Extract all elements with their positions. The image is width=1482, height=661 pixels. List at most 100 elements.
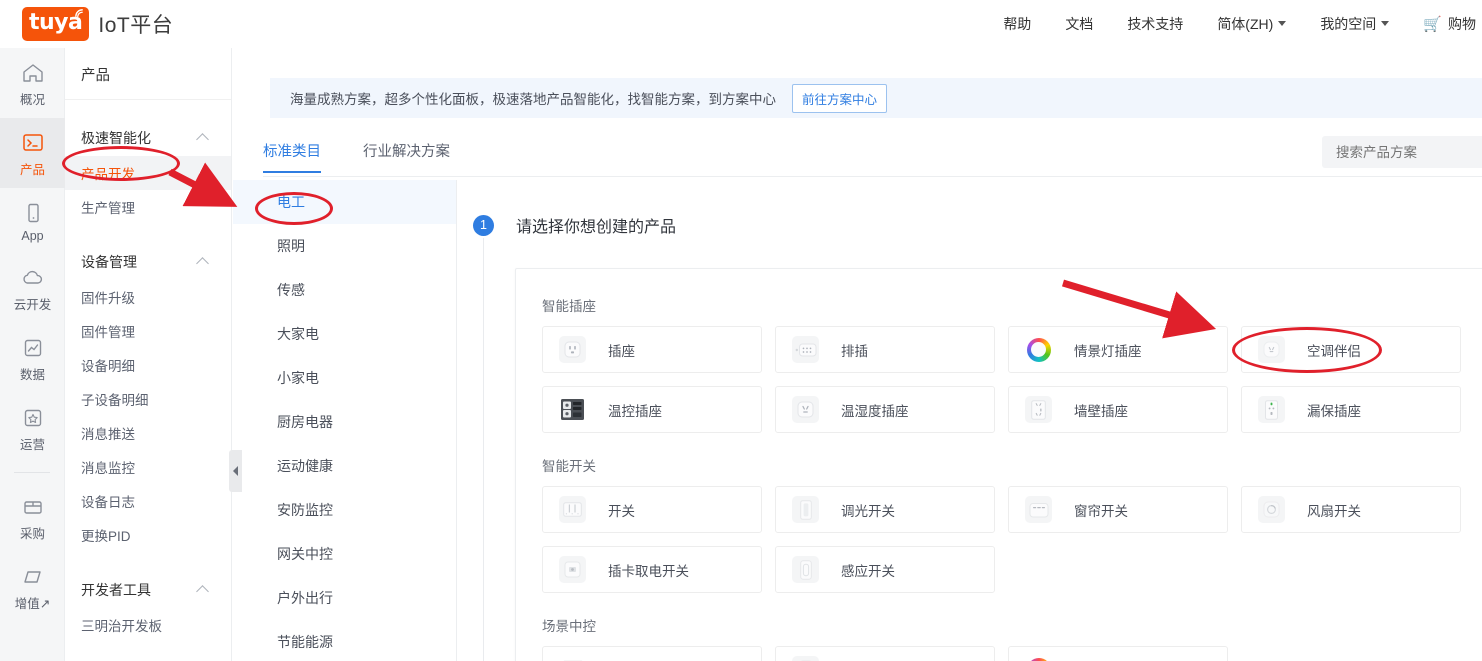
category-item-outdoor-travel[interactable]: 户外出行 <box>233 576 456 620</box>
category-item-small-appliance[interactable]: 小家电 <box>233 356 456 400</box>
step-title: 请选择你想创建的产品 <box>516 219 677 236</box>
menu-spacer <box>65 642 231 656</box>
cloud-icon <box>0 265 65 291</box>
fan-switch-icon <box>1258 496 1285 523</box>
rail-label-cloud: 云开发 <box>13 298 52 312</box>
topnav-shop[interactable]: 🛒 购物 <box>1423 14 1476 34</box>
terminal-icon <box>0 130 65 156</box>
step-connector-line <box>483 238 484 661</box>
rail-label-overview: 概况 <box>19 93 45 107</box>
tab-standard-category[interactable]: 标准类目 <box>263 140 321 173</box>
tab-industry-solution[interactable]: 行业解决方案 <box>363 140 450 172</box>
logo-badge-text: tuya <box>29 9 83 35</box>
rail-item-purchase[interactable]: 采购 <box>0 482 65 552</box>
tuya-logo-badge: tuya <box>22 6 90 41</box>
rail-item-operations[interactable]: 运营 <box>0 393 65 463</box>
scene-switch-icon <box>559 656 586 661</box>
box-icon <box>0 494 65 520</box>
category-item-kitchen-appliance[interactable]: 厨房电器 <box>233 400 456 444</box>
product-panel: 智能插座 插座 排插 情景灯插座 空调伴侣 温控插座 温湿度插座 墙壁插座 漏保… <box>515 268 1482 661</box>
category-item-large-appliance[interactable]: 大家电 <box>233 312 456 356</box>
rgb-ring-inner <box>1031 342 1046 357</box>
menu-item-firmware-management[interactable]: 固件管理 <box>65 314 231 348</box>
product-card-power-strip[interactable]: 排插 <box>775 326 995 373</box>
menu-item-sandwich-devboard[interactable]: 三明治开发板 <box>65 608 231 642</box>
product-card-scene-switch[interactable]: 场景开关 <box>542 646 762 661</box>
product-card-dimmer-switch[interactable]: 调光开关 <box>775 486 995 533</box>
tab-label: 行业解决方案 <box>363 144 450 160</box>
home-icon <box>0 60 65 86</box>
search-input[interactable] <box>1336 144 1482 160</box>
menu-item-message-push[interactable]: 消息推送 <box>65 416 231 450</box>
category-item-sensor[interactable]: 传感 <box>233 268 456 312</box>
menu-item-sub-device-details[interactable]: 子设备明细 <box>65 382 231 416</box>
menu-item-change-pid[interactable]: 更换PID <box>65 518 231 552</box>
category-item-security-monitoring[interactable]: 安防监控 <box>233 488 456 532</box>
category-label: 节能能源 <box>277 634 333 650</box>
menu-group-rapid-smart[interactable]: 极速智能化 <box>65 114 231 156</box>
search-box[interactable] <box>1322 136 1482 168</box>
menu-group-device-management[interactable]: 设备管理 <box>65 238 231 280</box>
sidebar-collapse-handle[interactable] <box>229 450 242 492</box>
product-grid-scene-control: 场景开关 无线开关 RGB面板 <box>542 646 1482 661</box>
product-card-curtain-switch[interactable]: 窗帘开关 <box>1008 486 1228 533</box>
category-item-gateway-control[interactable]: 网关中控 <box>233 532 456 576</box>
menu-item-label: 三明治开发板 <box>81 619 162 634</box>
menu-item-production-management[interactable]: 生产管理 <box>65 190 231 224</box>
switch-icon <box>559 496 586 523</box>
product-label: 风扇开关 <box>1307 503 1361 519</box>
ac-companion-icon <box>1258 336 1285 363</box>
card-switch-icon <box>559 556 586 583</box>
menu-item-label: 设备明细 <box>81 359 135 374</box>
diamond-icon <box>0 564 65 590</box>
rail-label-data: 数据 <box>19 368 45 382</box>
go-to-solution-center-button[interactable]: 前往方案中心 <box>792 83 888 113</box>
product-card-fan-switch[interactable]: 风扇开关 <box>1241 486 1461 533</box>
chevron-down-icon <box>1278 21 1287 26</box>
product-card-sensor-switch[interactable]: 感应开关 <box>775 546 995 593</box>
product-card-rgb-panel[interactable]: RGB面板 <box>1008 646 1228 661</box>
product-card-socket[interactable]: 插座 <box>542 326 762 373</box>
topnav-support[interactable]: 技术支持 <box>1127 14 1183 34</box>
product-card-ac-companion[interactable]: 空调伴侣 <box>1241 326 1461 373</box>
product-card-card-power-switch[interactable]: 插卡取电开关 <box>542 546 762 593</box>
topnav-docs[interactable]: 文档 <box>1065 14 1093 34</box>
product-card-thermostat-socket[interactable]: 温控插座 <box>542 386 762 433</box>
rail-item-overview[interactable]: 概况 <box>0 48 65 118</box>
brand-logo[interactable]: tuya IoT平台 <box>22 6 173 41</box>
category-item-lighting[interactable]: 照明 <box>233 224 456 268</box>
topnav-language[interactable]: 简体(ZH) <box>1217 14 1287 34</box>
menu-item-firmware-upgrade[interactable]: 固件升级 <box>65 280 231 314</box>
menu-item-message-monitor[interactable]: 消息监控 <box>65 450 231 484</box>
rail-item-value-added[interactable]: 增值↗ <box>0 552 65 622</box>
menu-group-developer-tools[interactable]: 开发者工具 <box>65 566 231 608</box>
menu-item-product-development[interactable]: 产品开发 <box>65 156 231 190</box>
menu-item-label: 产品开发 <box>81 167 135 182</box>
menu-item-device-details[interactable]: 设备明细 <box>65 348 231 382</box>
rail-item-cloud[interactable]: 云开发 <box>0 253 65 323</box>
product-card-wireless-switch[interactable]: 无线开关 <box>775 646 995 661</box>
menu-group-voice-capability[interactable]: 产品语音能力 <box>65 656 231 661</box>
menu-item-label: 设备日志 <box>81 495 135 510</box>
product-label: 调光开关 <box>841 503 895 519</box>
category-item-energy-saving[interactable]: 节能能源 <box>233 620 456 661</box>
category-list: 电工 照明 传感 大家电 小家电 厨房电器 运动健康 安防监控 网关中控 户外出… <box>233 180 457 661</box>
category-item-sports-health[interactable]: 运动健康 <box>233 444 456 488</box>
topnav-help[interactable]: 帮助 <box>1003 14 1031 34</box>
category-item-electrician[interactable]: 电工 <box>233 180 456 224</box>
product-label: 空调伴侣 <box>1307 343 1361 359</box>
product-card-wall-socket[interactable]: 墙壁插座 <box>1008 386 1228 433</box>
product-label: 开关 <box>608 503 635 519</box>
rail-item-app[interactable]: App <box>0 188 65 253</box>
product-card-switch[interactable]: 开关 <box>542 486 762 533</box>
product-card-scene-light-socket[interactable]: 情景灯插座 <box>1008 326 1228 373</box>
product-card-leakage-socket[interactable]: 漏保插座 <box>1241 386 1461 433</box>
topnav-my-space[interactable]: 我的空间 <box>1320 14 1390 34</box>
menu-spacer <box>65 100 231 114</box>
rail-item-product[interactable]: 产品 <box>0 118 65 188</box>
product-card-humidity-socket[interactable]: 温湿度插座 <box>775 386 995 433</box>
phone-icon <box>0 200 65 226</box>
menu-item-device-log[interactable]: 设备日志 <box>65 484 231 518</box>
rail-item-data[interactable]: 数据 <box>0 323 65 393</box>
category-label: 大家电 <box>277 326 319 342</box>
